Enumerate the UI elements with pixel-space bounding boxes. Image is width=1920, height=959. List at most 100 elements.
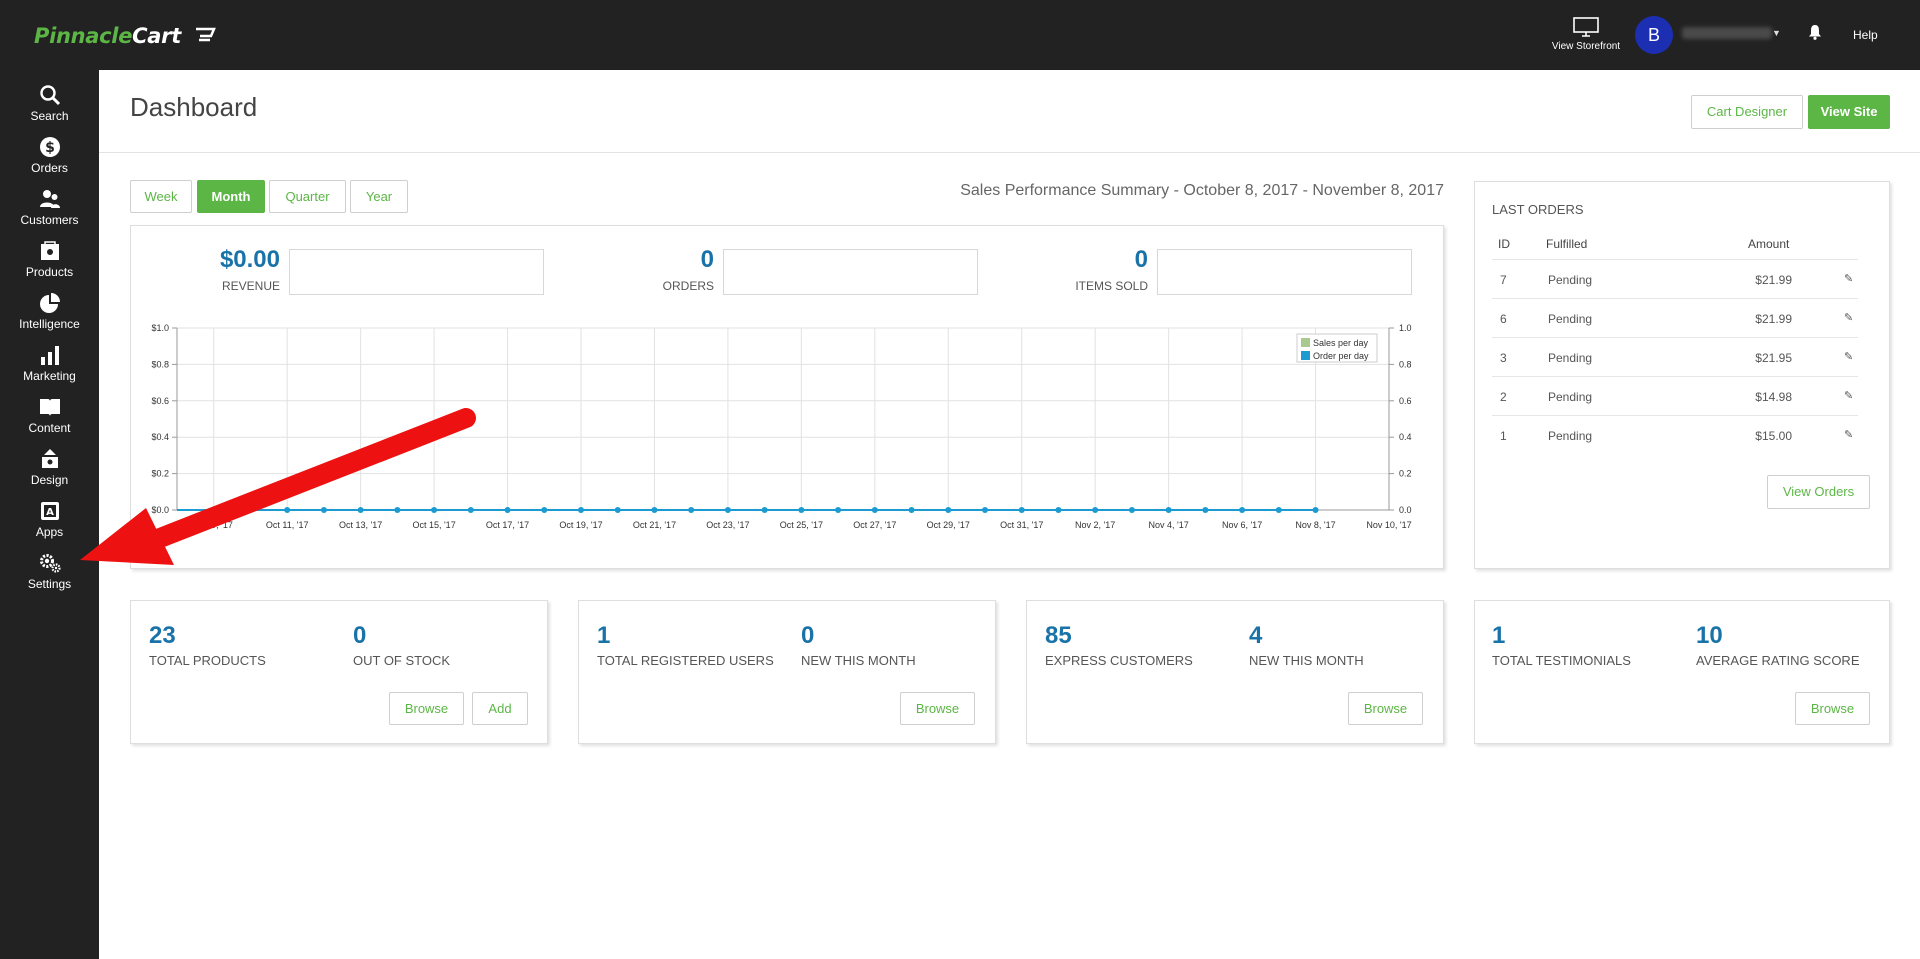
x-axis-tick-label: Nov 8, '17 (1295, 520, 1335, 530)
y-axis-tick-label: $0.8 (151, 359, 169, 369)
tab-week[interactable]: Week (130, 180, 192, 213)
view-storefront-button[interactable]: View Storefront (1546, 17, 1626, 52)
tab-year[interactable]: Year (350, 180, 408, 213)
browse-customers-button[interactable]: Browse (1348, 692, 1423, 725)
cart-designer-button[interactable]: Cart Designer (1691, 95, 1803, 129)
orders-label: ORDERS (662, 279, 714, 293)
data-point (761, 507, 768, 513)
chevron-down-icon[interactable]: ▼ (1772, 28, 1781, 38)
data-point (1239, 507, 1246, 513)
data-point (614, 507, 621, 513)
express-customers-label: EXPRESS CUSTOMERS (1045, 653, 1193, 668)
logo-text-pinnacle: Pinnacle (34, 24, 133, 48)
legend-label: Order per day (1313, 351, 1369, 361)
sidebar-item-label: Orders (31, 161, 68, 175)
browse-products-button[interactable]: Browse (389, 692, 464, 725)
order-row[interactable]: 6 Pending $21.99 ✎ (1492, 298, 1858, 337)
view-orders-button[interactable]: View Orders (1767, 475, 1870, 509)
data-point (1018, 507, 1025, 513)
sidebar-item-customers[interactable]: Customers (0, 188, 99, 240)
sidebar-item-label: Marketing (23, 369, 76, 383)
data-point (1092, 507, 1099, 513)
data-point (578, 507, 584, 513)
legend-label: Sales per day (1313, 338, 1369, 348)
browse-users-button[interactable]: Browse (900, 692, 975, 725)
logo-text-cart: Cart (132, 24, 181, 48)
order-row[interactable]: 1 Pending $15.00 ✎ (1492, 415, 1858, 454)
data-point (541, 507, 548, 513)
x-axis-tick-label: Oct 17, '17 (486, 520, 529, 530)
add-product-button[interactable]: Add (472, 692, 528, 725)
order-row[interactable]: 7 Pending $21.99 ✎ (1492, 259, 1858, 298)
order-row[interactable]: 3 Pending $21.95 ✎ (1492, 337, 1858, 376)
sidebar-item-label: Search (30, 109, 69, 123)
products-icon (40, 241, 59, 260)
sidebar-item-orders[interactable]: $ Orders (0, 136, 99, 188)
x-axis-tick-label: Oct 29, '17 (927, 520, 970, 530)
browse-testimonials-button[interactable]: Browse (1795, 692, 1870, 725)
order-status: Pending (1548, 351, 1593, 365)
order-amount: $14.98 (1755, 390, 1792, 404)
svg-text:$: $ (45, 140, 55, 156)
edit-pencil-icon[interactable]: ✎ (1844, 350, 1853, 363)
help-link[interactable]: Help (1853, 28, 1878, 42)
data-point (504, 507, 511, 513)
average-rating-value: 10 (1696, 622, 1723, 649)
x-axis-tick-label: Oct 25, '17 (780, 520, 823, 530)
tab-quarter[interactable]: Quarter (269, 180, 346, 213)
total-registered-users-label: TOTAL REGISTERED USERS (597, 653, 774, 668)
monitor-icon (1573, 17, 1599, 37)
sidebar-item-search[interactable]: Search (0, 84, 99, 136)
edit-pencil-icon[interactable]: ✎ (1844, 311, 1853, 324)
sidebar-item-marketing[interactable]: Marketing (0, 344, 99, 396)
edit-pencil-icon[interactable]: ✎ (1844, 389, 1853, 402)
last-orders-title: LAST ORDERS (1492, 202, 1584, 217)
edit-pencil-icon[interactable]: ✎ (1844, 272, 1853, 285)
data-point (908, 507, 915, 513)
new-customers-value: 4 (1249, 622, 1263, 649)
y-right-axis-tick-label: 0.6 (1399, 396, 1412, 406)
sidebar-item-products[interactable]: Products (0, 240, 99, 292)
data-point (1165, 507, 1172, 513)
avatar[interactable]: B (1635, 16, 1673, 54)
data-point (798, 507, 805, 513)
order-id: 2 (1500, 390, 1507, 404)
order-status: Pending (1548, 273, 1593, 287)
search-icon (39, 85, 60, 106)
username-blurred[interactable] (1682, 27, 1772, 39)
sidebar-item-label: Intelligence (19, 317, 80, 331)
y-axis-tick-label: $1.0 (151, 323, 169, 333)
new-users-label: NEW THIS MONTH (801, 653, 916, 668)
out-of-stock-value: 0 (353, 622, 367, 649)
order-id: 3 (1500, 351, 1507, 365)
cart-logo-icon (196, 27, 216, 42)
legend-swatch (1301, 338, 1310, 347)
orders-sparkline-box (723, 249, 978, 295)
total-testimonials-label: TOTAL TESTIMONIALS (1492, 653, 1631, 668)
view-site-button[interactable]: View Site (1808, 95, 1890, 129)
revenue-sparkline-box (289, 249, 544, 295)
x-axis-tick-label: Nov 2, '17 (1075, 520, 1115, 530)
column-header-fulfilled: Fulfilled (1546, 237, 1588, 251)
logo[interactable]: PinnacleCart (34, 24, 181, 48)
express-customers-value: 85 (1045, 622, 1072, 649)
bell-icon[interactable] (1808, 24, 1822, 40)
view-storefront-label: View Storefront (1551, 41, 1621, 52)
edit-pencil-icon[interactable]: ✎ (1844, 428, 1853, 441)
items-sold-label: ITEMS SOLD (1075, 279, 1148, 293)
order-row[interactable]: 2 Pending $14.98 ✎ (1492, 376, 1858, 415)
x-axis-tick-label: Nov 4, '17 (1149, 520, 1189, 530)
order-amount: $21.95 (1755, 351, 1792, 365)
tab-month[interactable]: Month (197, 180, 265, 213)
annotation-arrow (80, 408, 476, 565)
items-sold-value: 0 (1134, 246, 1148, 273)
data-point (835, 507, 842, 513)
total-testimonials-value: 1 (1492, 622, 1506, 649)
x-axis-tick-label: Oct 19, '17 (559, 520, 602, 530)
y-right-axis-tick-label: 1.0 (1399, 323, 1412, 333)
data-point (982, 507, 988, 513)
order-id: 7 (1500, 273, 1507, 287)
sidebar-item-intelligence[interactable]: Intelligence (0, 292, 99, 344)
x-axis-tick-label: Oct 27, '17 (853, 520, 896, 530)
x-axis-tick-label: Nov 10, '17 (1366, 520, 1411, 530)
